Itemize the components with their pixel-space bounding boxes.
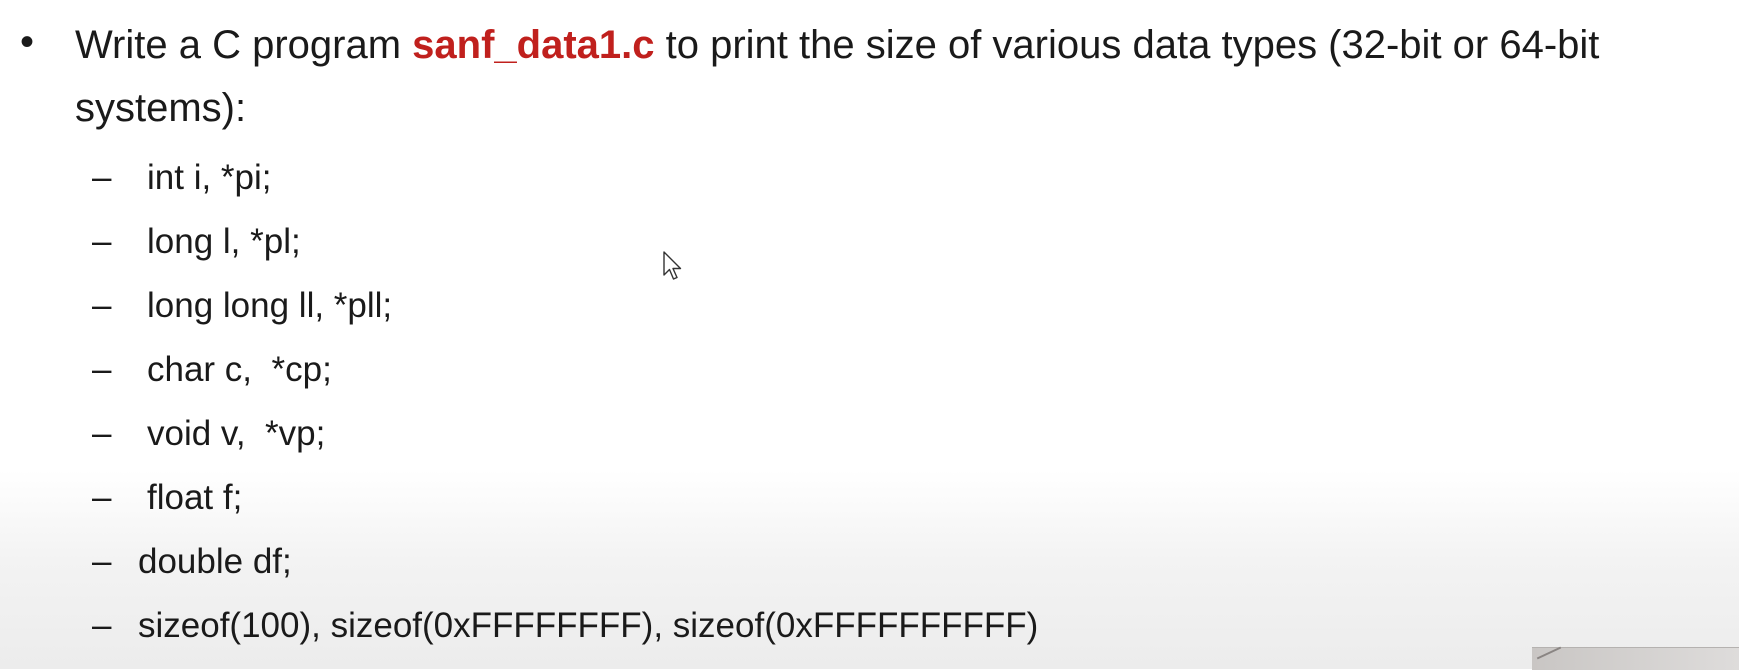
mouse-pointer-icon <box>663 251 682 280</box>
sub-item-text: sizeof(100), sizeof(0xFFFFFFFF), sizeof(… <box>138 606 1039 645</box>
dash-marker: – <box>92 478 112 517</box>
sub-item-text: float f; <box>147 478 243 517</box>
video-thumbnail-corner <box>1532 646 1739 670</box>
dash-marker: – <box>92 606 112 645</box>
main-prefix: Write a C program <box>75 23 413 67</box>
slide: • Write a C program sanf_data1.c to prin… <box>0 0 1739 670</box>
sub-item-text: char c, *cp; <box>147 350 332 389</box>
bullet-marker: • <box>20 20 35 64</box>
sub-item-text: long l, *pl; <box>147 222 301 261</box>
main-bullet-text-line2: systems): <box>75 86 247 130</box>
sub-item-text: void v, *vp; <box>147 414 326 453</box>
dash-marker: – <box>92 222 112 261</box>
sub-item-text: int i, *pi; <box>147 158 272 197</box>
thumbnail-detail <box>1536 646 1562 660</box>
dash-marker: – <box>92 158 112 197</box>
sub-item-text: double df; <box>138 542 292 581</box>
dash-marker: – <box>92 286 112 325</box>
sub-item-text: long long ll, *pll; <box>147 286 393 325</box>
main-bullet-text: Write a C program sanf_data1.c to print … <box>75 12 1739 78</box>
dash-marker: – <box>92 542 112 581</box>
main-suffix: to print the size of various data types … <box>654 23 1600 67</box>
program-filename: sanf_data1.c <box>412 23 655 67</box>
dash-marker: – <box>92 350 112 389</box>
dash-marker: – <box>92 414 112 453</box>
